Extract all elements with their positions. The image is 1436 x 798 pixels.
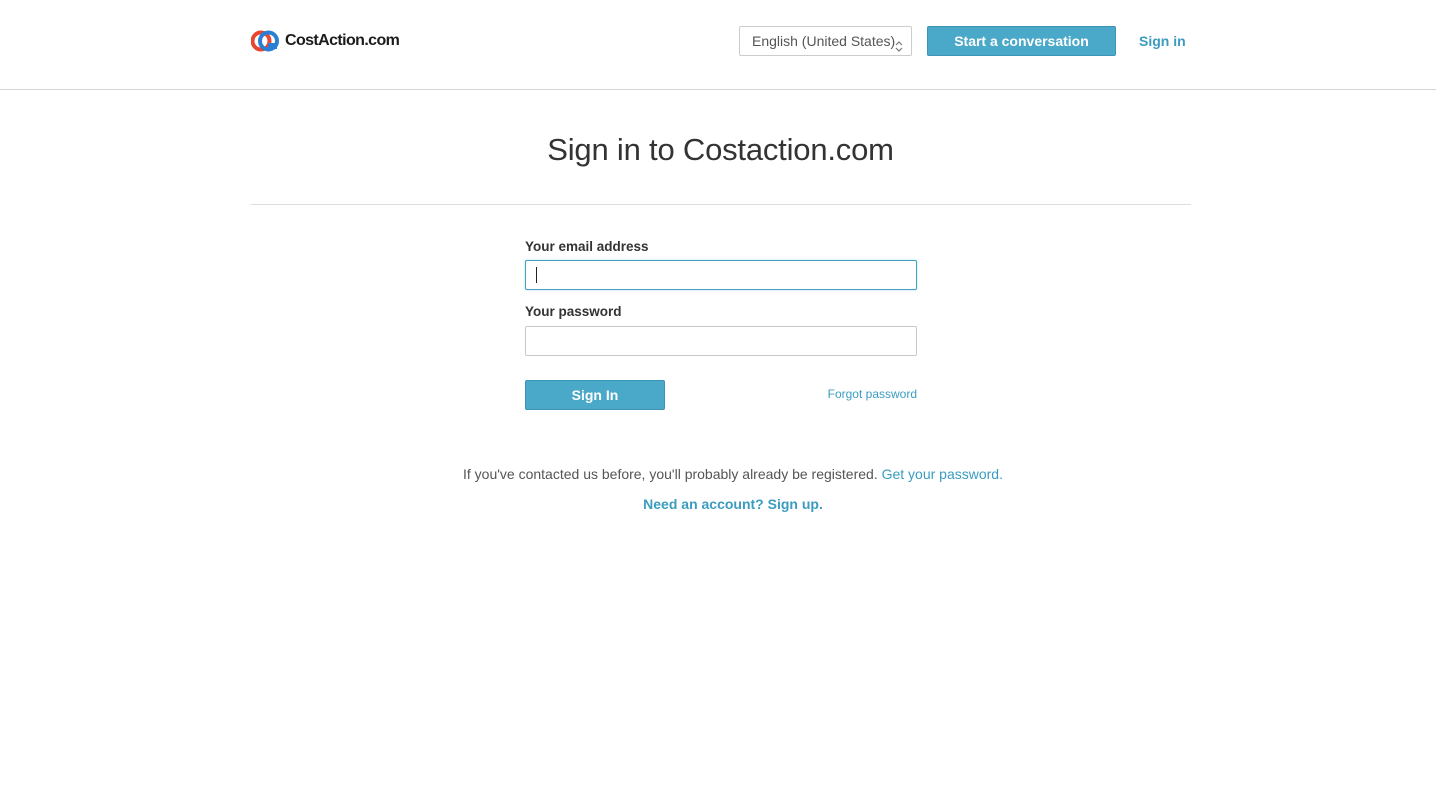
title-divider	[251, 204, 1191, 205]
get-password-link[interactable]: Get your password.	[882, 466, 1003, 482]
registered-note-text: If you've contacted us before, you'll pr…	[463, 466, 878, 482]
language-select-value: English (United States)	[752, 33, 896, 49]
registered-note: If you've contacted us before, you'll pr…	[0, 464, 1436, 484]
sign-in-button[interactable]: Sign In	[525, 380, 665, 410]
costaction-logo-icon	[250, 30, 279, 52]
signup-link[interactable]: Need an account? Sign up.	[643, 496, 823, 512]
sign-in-form: Your email address Your password Sign In…	[525, 238, 917, 410]
start-conversation-button[interactable]: Start a conversation	[927, 26, 1116, 56]
email-label: Your email address	[525, 239, 649, 254]
page-title: Sign in to Costaction.com	[547, 132, 894, 167]
header-sign-in-link[interactable]: Sign in	[1139, 31, 1186, 51]
text-caret	[536, 267, 537, 283]
select-arrows-icon	[895, 34, 903, 52]
forgot-password-link[interactable]: Forgot password	[828, 386, 917, 402]
password-label: Your password	[525, 304, 622, 319]
signup-row: Need an account? Sign up.	[0, 494, 1436, 514]
language-select[interactable]: English (United States)	[739, 26, 912, 56]
site-logo[interactable]: CostAction.com	[250, 30, 400, 52]
site-header: CostAction.com English (United States) S…	[0, 0, 1436, 90]
password-field[interactable]	[525, 326, 917, 356]
logo-text: CostAction.com	[285, 32, 400, 49]
email-field[interactable]	[525, 260, 917, 290]
